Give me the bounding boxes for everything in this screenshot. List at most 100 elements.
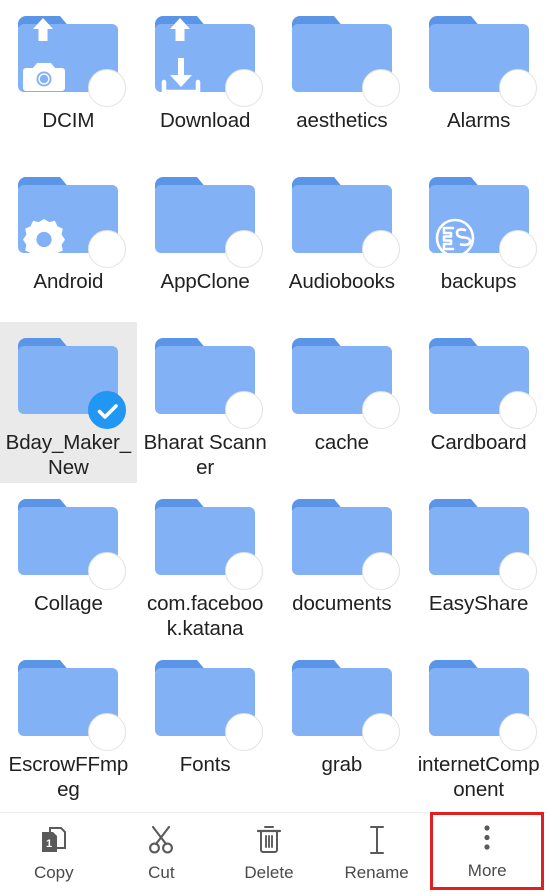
folder-item[interactable]: internetComponent — [410, 644, 547, 805]
folder-item[interactable]: Bharat Scanner — [137, 322, 274, 483]
select-circle-icon[interactable] — [361, 391, 400, 429]
select-circle-icon[interactable] — [498, 713, 537, 751]
select-circle-icon[interactable] — [88, 230, 127, 268]
select-circle-icon[interactable] — [225, 230, 264, 268]
folder-label: DCIM — [42, 109, 95, 132]
folder-label: Bday_Maker_New — [5, 431, 132, 479]
toolbar-button-label: Delete — [244, 862, 294, 882]
folder-label: Alarms — [447, 109, 511, 132]
select-circle-icon[interactable] — [361, 230, 400, 268]
copy-icon: 1 — [39, 824, 69, 856]
select-circle-icon[interactable] — [88, 552, 127, 590]
folder-label: backups — [440, 270, 517, 293]
folder-label: AppClone — [160, 270, 250, 293]
folder-item[interactable]: Alarms — [410, 0, 547, 161]
folder-icon — [16, 336, 127, 429]
folder-label: documents — [292, 592, 392, 615]
folder-item[interactable]: DCIM — [0, 0, 137, 161]
folder-label: Android — [33, 270, 104, 293]
folder-icon — [153, 497, 264, 590]
folder-item[interactable]: grab — [274, 644, 411, 805]
folder-icon — [16, 175, 127, 268]
folder-label: grab — [321, 753, 363, 776]
folder-item[interactable]: EasyShare — [410, 483, 547, 644]
folder-icon — [427, 658, 537, 751]
folder-item[interactable]: Collage — [0, 483, 137, 644]
select-circle-icon[interactable] — [498, 230, 537, 268]
select-circle-icon[interactable] — [225, 713, 264, 751]
more-vert-icon — [472, 822, 502, 854]
folder-label: EscrowFFmpeg — [8, 753, 129, 801]
folder-label: com.facebook.katana — [146, 592, 264, 640]
folder-icon — [153, 175, 264, 268]
folder-item[interactable]: Download — [137, 0, 274, 161]
folder-icon — [16, 14, 127, 107]
folder-icon — [153, 14, 264, 107]
folder-label: Download — [159, 109, 251, 132]
camera-icon — [20, 54, 68, 98]
folder-item[interactable]: EscrowFFmpeg — [0, 644, 137, 805]
select-circle-icon[interactable] — [225, 552, 264, 590]
text-cursor-icon — [362, 824, 392, 856]
gear-icon — [20, 215, 68, 259]
folder-item[interactable]: Android — [0, 161, 137, 322]
select-circle-icon[interactable] — [225, 69, 264, 107]
folder-item[interactable]: backups — [410, 161, 547, 322]
folder-item[interactable]: aesthetics — [274, 0, 411, 161]
toolbar-button-label: Cut — [148, 862, 175, 882]
folder-item[interactable]: documents — [274, 483, 411, 644]
select-circle-icon[interactable] — [88, 69, 127, 107]
folder-label: Audiobooks — [288, 270, 395, 293]
folder-item[interactable]: Audiobooks — [274, 161, 411, 322]
select-circle-icon[interactable] — [498, 391, 537, 429]
folder-item[interactable]: com.facebook.katana — [137, 483, 274, 644]
select-circle-icon[interactable] — [498, 69, 537, 107]
folder-icon — [427, 497, 537, 590]
folder-label: Fonts — [179, 753, 231, 776]
select-circle-icon[interactable] — [498, 552, 537, 590]
toolbar-button-delete[interactable]: Delete — [215, 813, 323, 892]
toolbar-button-more[interactable]: More — [430, 812, 544, 890]
folder-label: Cardboard — [430, 431, 527, 454]
folder-icon — [290, 336, 400, 429]
folder-icon — [16, 658, 127, 751]
folder-icon — [16, 497, 127, 590]
folder-item[interactable]: AppClone — [137, 161, 274, 322]
folder-icon — [153, 336, 264, 429]
toolbar-button-label: Rename — [344, 862, 409, 882]
svg-text:1: 1 — [46, 838, 52, 850]
select-circle-icon[interactable] — [361, 552, 400, 590]
select-circle-icon[interactable] — [361, 713, 400, 751]
folder-icon — [427, 14, 537, 107]
folder-item[interactable]: Fonts — [137, 644, 274, 805]
file-grid: DCIM Download aesthetics Alarms Android AppCl… — [0, 0, 547, 812]
es-logo-icon — [431, 215, 479, 259]
folder-icon — [427, 175, 537, 268]
upload-arrow-icon — [30, 16, 56, 44]
folder-icon — [153, 658, 264, 751]
folder-icon — [290, 175, 400, 268]
toolbar-button-copy[interactable]: 1 Copy — [0, 813, 108, 892]
folder-label: cache — [314, 431, 369, 454]
toolbar-button-cut[interactable]: Cut — [108, 813, 216, 892]
scissors-icon — [146, 824, 176, 856]
selected-check-icon[interactable] — [88, 391, 127, 429]
folder-item[interactable]: Bday_Maker_New — [0, 322, 137, 483]
select-circle-icon[interactable] — [225, 391, 264, 429]
toolbar-button-rename[interactable]: Rename — [323, 813, 431, 892]
folder-icon — [290, 14, 400, 107]
toolbar-button-label: More — [467, 861, 507, 880]
folder-item[interactable]: Cardboard — [410, 322, 547, 483]
folder-icon — [427, 336, 537, 429]
folder-icon — [290, 497, 400, 590]
folder-item[interactable]: cache — [274, 322, 411, 483]
folder-label: internetComponent — [417, 753, 540, 801]
upload-arrow-icon — [167, 16, 193, 44]
bottom-action-toolbar: 1 Copy Cut Delete Rename More — [0, 812, 547, 892]
download-icon — [157, 54, 205, 98]
select-circle-icon[interactable] — [361, 69, 400, 107]
trash-icon — [254, 824, 284, 856]
folder-label: aesthetics — [296, 109, 388, 132]
folder-label: Bharat Scanner — [143, 431, 267, 479]
select-circle-icon[interactable] — [88, 713, 127, 751]
